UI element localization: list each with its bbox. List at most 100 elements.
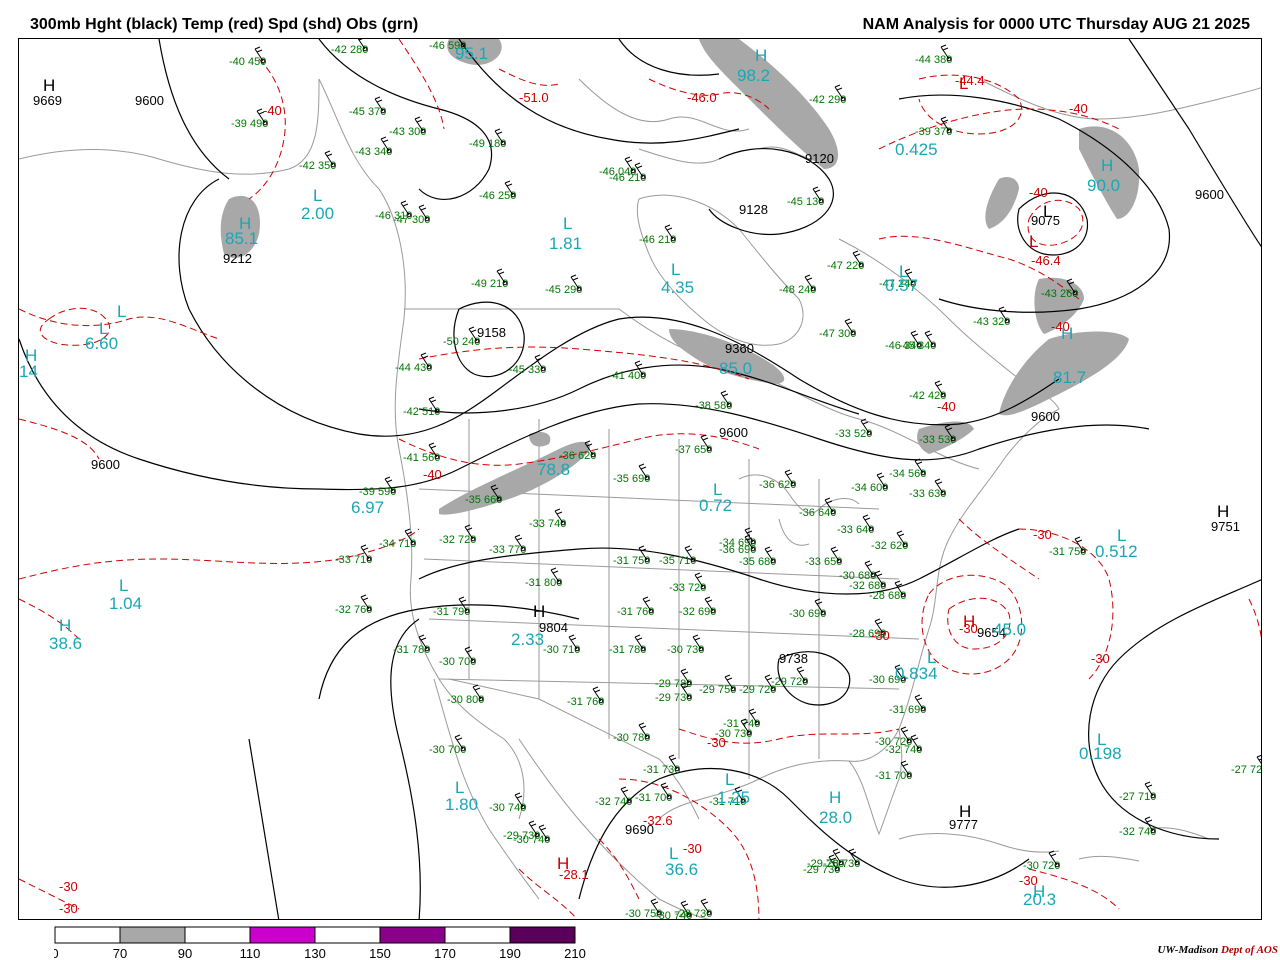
station-observation: -47 300: [819, 318, 856, 340]
high-pressure-marker: H: [755, 46, 767, 65]
speed-center-label: 85.0: [719, 359, 752, 378]
station-observation: -31 760: [617, 596, 654, 618]
legend-tick-label: 190: [499, 946, 521, 960]
station-observation: -30 680: [839, 560, 876, 582]
station-observation: -45 290: [545, 274, 582, 296]
station-observation: -40 450: [229, 46, 266, 68]
station-observation: -31 740: [723, 708, 760, 730]
legend-color-box: [54, 926, 121, 944]
station-observation: -41 560: [403, 442, 440, 464]
height-value-label: 9600: [91, 457, 120, 472]
weather-map: -40 450-42 280 -46 590-43 300-45 370-39 4…: [19, 39, 1261, 919]
station-observation: -32 620: [871, 530, 908, 552]
station-observation: -33 630: [909, 478, 946, 500]
hudson-bay: [636, 194, 804, 346]
station-observation: -45 330: [509, 354, 546, 376]
station-observation: -31 730: [643, 754, 680, 776]
station-observation: -27 720: [1231, 754, 1261, 776]
legend-color-box: [509, 926, 576, 944]
temperature-value-label: -30: [1091, 651, 1110, 666]
station-observation: -49 180: [469, 128, 506, 150]
station-observation: -45 370: [349, 96, 386, 118]
station-observation: -39 370: [915, 116, 952, 138]
height-contour: [158, 39, 230, 180]
temp-contour: [958, 518, 1040, 580]
station-observation: -49 210: [471, 268, 508, 290]
station-observation: -32 740: [1119, 816, 1156, 838]
station-observation: -47 300: [393, 204, 430, 226]
legend-tick-label: 0: [54, 946, 59, 960]
station-observation: -34 560: [889, 458, 926, 480]
low-pressure-marker: L: [725, 770, 734, 789]
station-observation: -42 280: [331, 39, 368, 56]
low-pressure-marker: L: [1043, 202, 1052, 221]
high-pressure-marker: H: [43, 76, 55, 95]
low-pressure-marker: L: [563, 214, 572, 233]
station-observation: -34 710: [379, 528, 416, 550]
station-observation: -31 700: [635, 782, 672, 804]
low-pressure-marker: L: [117, 302, 126, 321]
station-observation: -28 730: [675, 898, 712, 919]
station-observation: -42 350: [299, 150, 336, 172]
station-observation: -30 700: [429, 734, 466, 756]
baja-coast: [433, 678, 540, 900]
height-contour: [1128, 39, 1261, 248]
station-observation: -29 750: [699, 674, 736, 696]
greenland: [978, 78, 1261, 120]
legend-tick-label: 110: [240, 946, 261, 960]
temperature-value-label: -46.0: [687, 90, 717, 105]
station-observation: -31 780: [393, 634, 430, 656]
cuba: [898, 833, 1060, 853]
low-pressure-marker: L: [1029, 232, 1038, 251]
station-observation: -28 730: [823, 848, 860, 870]
temperature-value-label: -30: [1033, 527, 1052, 542]
speed-center-label: 4.35: [661, 278, 694, 297]
legend-color-box: [184, 926, 251, 944]
height-contour: [248, 738, 280, 919]
station-observation: -42 510: [403, 396, 440, 418]
speed-center-label: 90.0: [1087, 176, 1120, 195]
station-observation: -30 800: [447, 684, 484, 706]
station-observation: -31 690: [889, 694, 926, 716]
temp-contour: [398, 39, 445, 130]
station-observation: -35 690: [613, 463, 650, 485]
station-observation: -37 650: [675, 434, 712, 456]
station-observation: -32 720: [439, 524, 476, 546]
temperature-value-label: -30: [707, 735, 726, 750]
low-pressure-marker: L: [455, 778, 464, 797]
height-contour: [1088, 579, 1261, 840]
height-value-label: 9751: [1211, 519, 1240, 534]
high-pressure-marker: H: [1033, 882, 1045, 901]
temperature-value-label: -51.0: [519, 90, 549, 105]
station-observation: -31 750: [1049, 536, 1086, 558]
temperature-value-label: -30: [59, 879, 78, 894]
station-observation: -27 710: [1119, 781, 1156, 803]
station-observation: -32 690: [679, 596, 716, 618]
low-pressure-marker: L: [927, 648, 936, 667]
height-value-label: 9128: [739, 202, 768, 217]
speed-center-label: 2.00: [301, 204, 334, 223]
station-observation: -36 620: [759, 469, 796, 491]
station-observation: -46 040: [599, 156, 636, 178]
station-observation: -33 710: [335, 544, 372, 566]
station-observation: -39 590: [359, 476, 396, 498]
legend-tick-label: 130: [304, 946, 326, 960]
station-observation: -30 690: [789, 598, 826, 620]
temperature-value-label: -30: [683, 841, 702, 856]
speed-center-label: 2.33: [511, 630, 544, 649]
legend-color-bar: [54, 926, 576, 944]
legend-color-box: [379, 926, 446, 944]
station-observation: -29 720: [771, 666, 808, 688]
height-contour: [19, 338, 1150, 491]
temp-contour: [19, 418, 100, 460]
temperature-value-label: -46.4: [1031, 253, 1061, 268]
legend-color-box: [314, 926, 381, 944]
high-pressure-marker: H: [59, 616, 71, 635]
low-pressure-marker: L: [899, 262, 908, 281]
legend-tick-labels: 0 70 90 110 130 150 170 190 210: [54, 946, 586, 960]
station-observation: -30 720: [1023, 850, 1060, 872]
station-observation: -30 730: [667, 634, 704, 656]
station-observation: -45 130: [787, 186, 824, 208]
temperature-value-label: -40: [263, 103, 282, 118]
height-value-label: 9600: [719, 425, 748, 440]
